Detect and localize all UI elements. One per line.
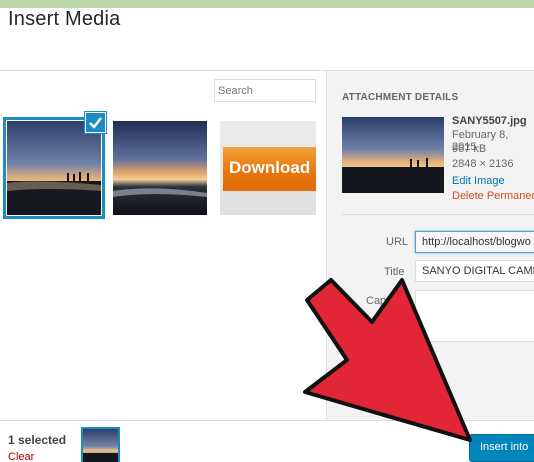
attachment-preview bbox=[342, 117, 444, 193]
attachment-dimensions: 2848 × 2136 bbox=[452, 158, 514, 170]
top-bar bbox=[0, 0, 534, 8]
selection-thumbnail[interactable] bbox=[81, 427, 120, 462]
attachment-details-heading: ATTACHMENT DETAILS bbox=[342, 92, 459, 103]
title-field[interactable]: SANYO DIGITAL CAMER bbox=[415, 260, 534, 282]
url-label: URL bbox=[386, 236, 409, 248]
url-field[interactable]: http://localhost/blogwo bbox=[415, 231, 534, 253]
selection-count: 1 selected bbox=[8, 433, 67, 447]
download-banner: Download I bbox=[223, 147, 316, 191]
details-divider bbox=[342, 214, 534, 215]
insert-into-post-button[interactable]: Insert into bbox=[469, 434, 534, 462]
check-icon[interactable] bbox=[85, 112, 106, 133]
search-input[interactable] bbox=[214, 79, 316, 102]
title-label: Title bbox=[384, 266, 405, 278]
attachment-filesize: 967 kB bbox=[452, 143, 487, 155]
delete-permanently-link[interactable]: Delete Permanen bbox=[452, 190, 534, 202]
media-item-sunset-2[interactable] bbox=[113, 121, 207, 215]
edit-image-link[interactable]: Edit Image bbox=[452, 175, 505, 187]
attachment-filename: SANY5507.jpg bbox=[452, 115, 527, 127]
modal-title: Insert Media bbox=[8, 8, 121, 30]
media-item-download-banner[interactable]: Download I bbox=[220, 121, 316, 215]
banner-label: Download I bbox=[229, 158, 316, 177]
caption-label: Caption bbox=[366, 295, 404, 307]
clear-selection-link[interactable]: Clear bbox=[8, 451, 34, 462]
media-item-sunset-1[interactable] bbox=[7, 121, 101, 215]
caption-field[interactable] bbox=[415, 290, 534, 342]
